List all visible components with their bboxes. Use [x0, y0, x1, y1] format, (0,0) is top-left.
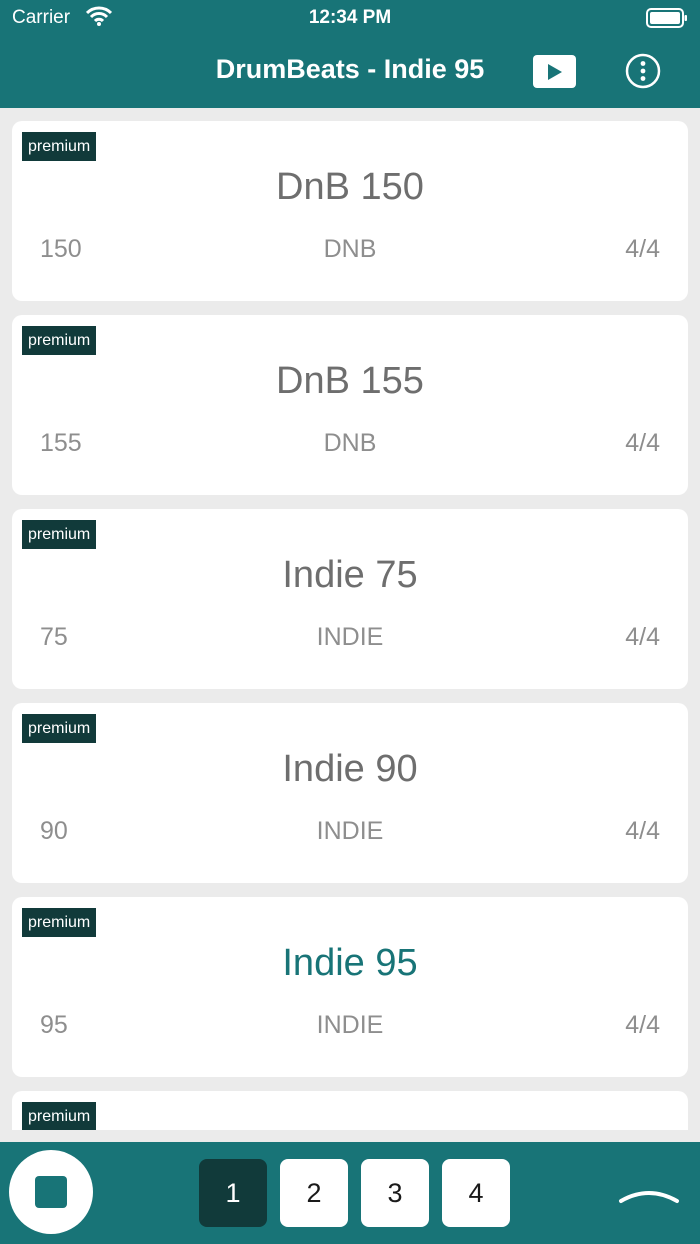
page-button-2[interactable]: 2	[280, 1159, 348, 1227]
top-bar: Carrier 12:34 PM DrumBeats - Indie 95	[0, 0, 700, 108]
beat-genre: INDIE	[316, 1011, 384, 1039]
beat-genre: DNB	[323, 235, 377, 263]
play-icon	[548, 64, 562, 80]
beat-time-signature: 4/4	[625, 429, 660, 457]
status-bar: Carrier 12:34 PM	[0, 0, 700, 36]
beat-card[interactable]: premium DnB 155 155 DNB 4/4	[12, 315, 688, 495]
more-options-button[interactable]	[625, 53, 661, 89]
beat-time-signature: 4/4	[625, 1011, 660, 1039]
beat-time-signature: 4/4	[625, 623, 660, 651]
chevron-up-icon	[619, 1191, 679, 1203]
page-title: DrumBeats - Indie 95	[215, 54, 485, 84]
beat-card-selected[interactable]: premium Indie 95 95 INDIE 4/4	[12, 897, 688, 1077]
premium-badge: premium	[22, 132, 97, 161]
beat-title: Indie 75	[282, 554, 418, 596]
beat-card[interactable]: premium Indie 90 90 INDIE 4/4	[12, 703, 688, 883]
premium-badge: premium	[22, 714, 97, 743]
more-vertical-icon	[625, 53, 661, 89]
status-time: 12:34 PM	[308, 7, 392, 28]
beat-title: Indie 95	[282, 942, 418, 984]
beat-card[interactable]: premium	[12, 1091, 688, 1130]
play-button[interactable]	[533, 55, 576, 88]
beat-card[interactable]: premium DnB 150 150 DNB 4/4	[12, 121, 688, 301]
beat-time-signature: 4/4	[625, 817, 660, 845]
beat-title: Indie 90	[282, 748, 418, 790]
collapse-button[interactable]	[618, 1182, 680, 1206]
premium-badge: premium	[22, 326, 97, 355]
beat-genre: INDIE	[316, 817, 384, 845]
beat-genre: DNB	[323, 429, 377, 457]
beat-genre: INDIE	[316, 623, 384, 651]
beat-card[interactable]: premium Indie 75 75 INDIE 4/4	[12, 509, 688, 689]
beat-list[interactable]: premium DnB 150 150 DNB 4/4 premium DnB …	[12, 121, 688, 1130]
page-button-1[interactable]: 1	[199, 1159, 267, 1227]
premium-badge: premium	[22, 908, 97, 937]
page-button-4[interactable]: 4	[442, 1159, 510, 1227]
bottom-bar: 1 2 3 4	[0, 1142, 700, 1244]
beat-title: DnB 150	[276, 166, 424, 208]
premium-badge: premium	[22, 1102, 97, 1130]
stop-button[interactable]	[9, 1150, 93, 1234]
page-button-3[interactable]: 3	[361, 1159, 429, 1227]
stop-icon	[35, 1176, 67, 1208]
premium-badge: premium	[22, 520, 97, 549]
battery-icon	[646, 8, 688, 33]
beat-title: DnB 155	[276, 360, 424, 402]
beat-time-signature: 4/4	[625, 235, 660, 263]
